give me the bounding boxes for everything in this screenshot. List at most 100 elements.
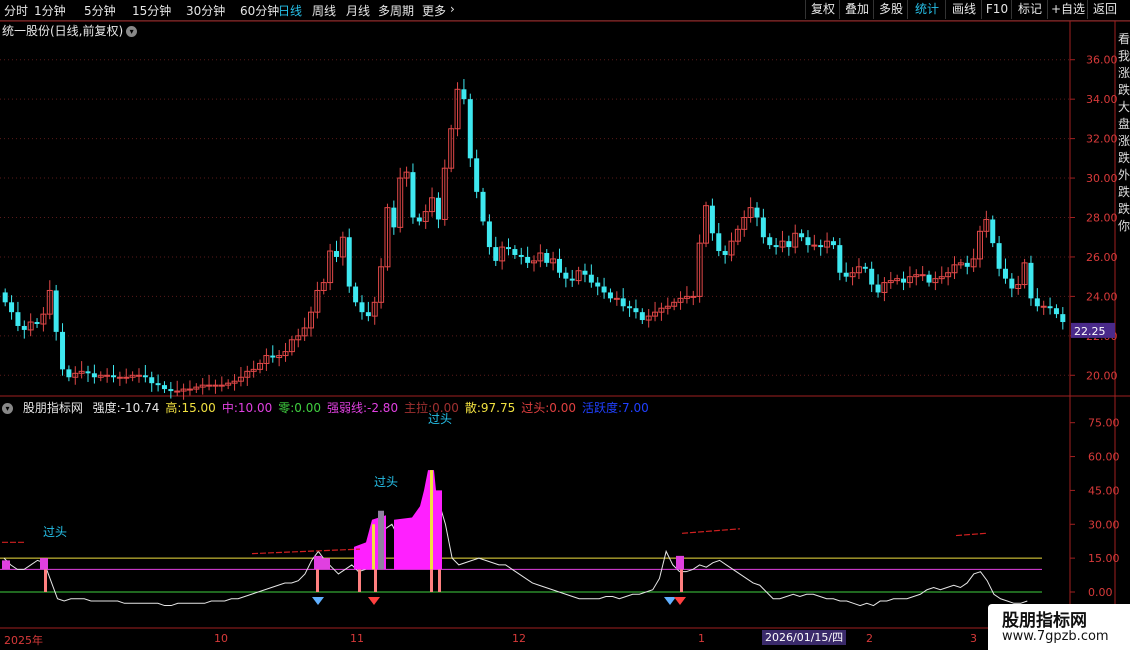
candle-up — [206, 384, 213, 387]
date-label: 1 — [698, 632, 705, 645]
candle-down — [620, 298, 626, 307]
indicator-header: ▾ 股朋指标网 强度:-10.74 高:15.00 中:10.00 零:0.00 强弱线… — [2, 399, 661, 416]
price-tick-label: 34.00 — [1086, 93, 1118, 106]
candle-down — [1047, 306, 1053, 309]
price-tick-label: 36.00 — [1086, 54, 1118, 67]
candle-down — [9, 302, 15, 313]
candle-down — [569, 278, 575, 281]
candle-down — [633, 308, 639, 313]
candle-down — [1028, 262, 1034, 299]
candle-down — [149, 377, 155, 384]
candle-down — [168, 389, 174, 392]
candle-down — [996, 243, 1002, 269]
candle-down — [709, 205, 715, 234]
magenta-block — [394, 470, 442, 570]
watermark-url: www.7gpzb.com — [1002, 629, 1109, 644]
candle-down — [1060, 314, 1066, 323]
candle-down — [964, 262, 970, 267]
candle-down — [805, 237, 811, 246]
candle-down — [391, 207, 397, 228]
candle-down — [627, 306, 633, 309]
candle-down — [333, 251, 339, 257]
candle-down — [467, 99, 473, 159]
candle-down — [346, 237, 352, 287]
candle-down — [837, 245, 843, 273]
price-tick-label: 26.00 — [1086, 251, 1118, 264]
signal-diamond-icon — [664, 597, 676, 605]
magenta-box — [314, 555, 322, 570]
candle-down — [582, 270, 588, 275]
price-axis: 36.0034.0032.0030.0028.0026.0024.0022.00… — [1070, 54, 1118, 382]
candle-down — [435, 197, 441, 220]
cursor-date: 2026/01/15/四 — [762, 630, 847, 645]
watermark: 股朋指标网 www.7gpzb.com — [988, 604, 1130, 650]
pink-spike — [44, 569, 47, 592]
candle-down — [990, 219, 996, 244]
pink-spike — [438, 569, 441, 592]
candle-down — [869, 268, 875, 285]
magenta-box — [2, 560, 10, 570]
candle-down — [85, 371, 91, 374]
candle-down — [416, 217, 422, 222]
candle-down — [66, 369, 72, 378]
candle-down — [480, 191, 486, 222]
candle-down — [512, 249, 518, 255]
candle-down — [901, 278, 907, 283]
candle-down — [1009, 278, 1015, 289]
candle-down — [474, 158, 480, 192]
grey-bar — [378, 510, 381, 570]
candle-down — [359, 302, 365, 313]
candle-down — [595, 282, 601, 287]
indicator-axis: 75.00 60.00 45.00 30.00 15.00 0.00 — [1070, 417, 1120, 599]
candle-down — [142, 375, 148, 378]
candle-down — [53, 290, 59, 332]
chevron-down-icon[interactable]: ▾ — [2, 403, 13, 414]
indicator-field: 中:10.00 — [221, 401, 273, 415]
candle-up — [212, 384, 219, 387]
indicator-field: 零:0.00 — [278, 401, 321, 415]
candle-up — [690, 295, 697, 298]
candle-down — [410, 172, 416, 218]
candle-down — [773, 245, 779, 248]
indicator-tick-label: 15.00 — [1088, 552, 1120, 565]
candle-down — [544, 253, 550, 263]
candle-down — [353, 286, 359, 303]
weak-strong-line — [955, 532, 987, 537]
candle-up — [186, 388, 193, 391]
candle-down — [60, 331, 66, 370]
candle-down — [799, 233, 805, 238]
candle-down — [270, 355, 276, 358]
candle-up — [116, 376, 123, 379]
candle-down — [34, 322, 40, 324]
candle-down — [875, 284, 881, 293]
magenta-box — [676, 555, 684, 570]
current-price-label: 22.25 — [1074, 325, 1106, 338]
indicator-tick-label: 75.00 — [1088, 417, 1120, 430]
weak-strong-line — [251, 548, 361, 555]
candle-down — [830, 241, 836, 246]
candle-down — [716, 233, 722, 252]
candle-down — [786, 241, 792, 248]
candle-down — [155, 383, 161, 386]
indicator-field: 散:97.75 — [464, 401, 516, 415]
candle-up — [218, 384, 225, 387]
pink-spike — [316, 569, 319, 592]
yellow-bar — [372, 524, 375, 570]
kline-chart[interactable]: 36.0034.0032.0030.0028.0026.0024.0022.00… — [0, 0, 1130, 650]
candle-down — [639, 312, 645, 321]
candle-down — [91, 373, 97, 378]
side-vertical-text: 看我涨跌大盘涨跌外跌跌你 — [1118, 32, 1130, 233]
magenta-box — [322, 558, 330, 570]
pink-spike — [680, 569, 683, 592]
watermark-name: 股朋指标网 — [1002, 611, 1087, 631]
annotation-over: 过头 — [428, 412, 453, 426]
candle-down — [818, 245, 824, 248]
indicator-name: 股朋指标网 — [22, 401, 83, 415]
candle-down — [1002, 268, 1008, 279]
magenta-box — [40, 558, 48, 570]
date-label: 10 — [214, 632, 228, 645]
signal-diamond-icon — [312, 597, 324, 605]
candle-down — [926, 274, 932, 283]
date-label: 3 — [970, 632, 977, 645]
grey-bar — [381, 510, 384, 570]
